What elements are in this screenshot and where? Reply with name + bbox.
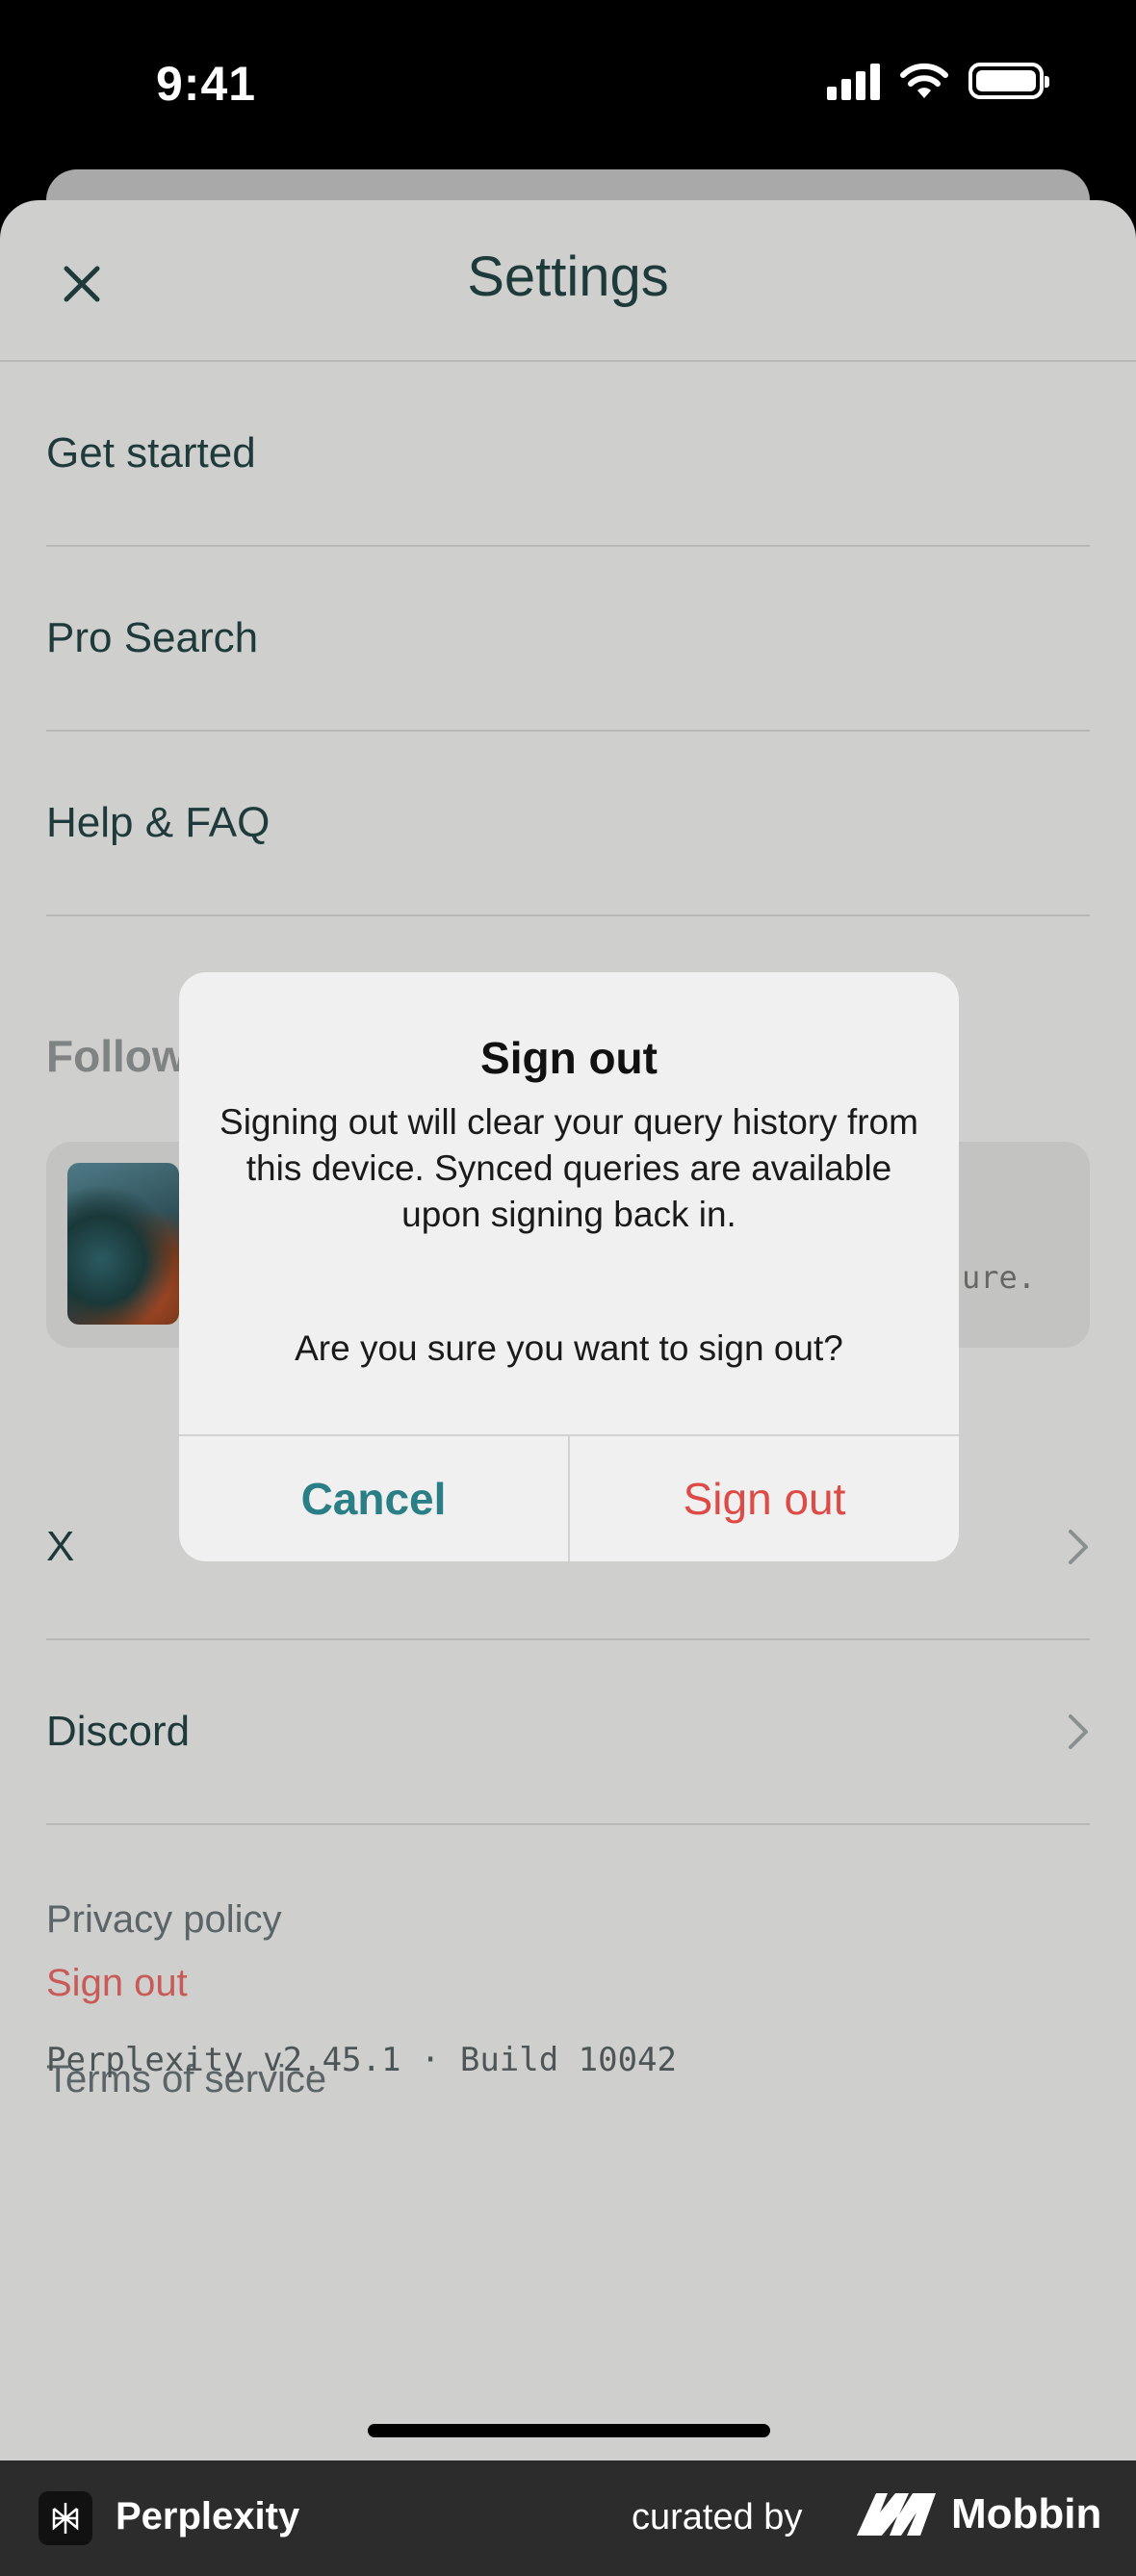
alert-message: Signing out will clear your query histor… xyxy=(219,1102,918,1234)
status-time: 9:41 xyxy=(156,57,257,111)
menu-item-label: Get started xyxy=(46,429,256,477)
version-label: Perplexity v2.45.1 · Build 10042 xyxy=(46,2041,678,2079)
page-title: Settings xyxy=(467,245,669,308)
cellular-signal-icon xyxy=(827,62,880,100)
alert-title: Sign out xyxy=(480,1033,658,1083)
sheet-header: Settings xyxy=(0,200,1136,362)
menu-item-label: Pro Search xyxy=(46,614,259,661)
section-heading-follow: Follow xyxy=(46,1031,187,1081)
follow-card-snippet: ure. xyxy=(961,1259,1036,1296)
perplexity-logo-icon xyxy=(39,2491,92,2545)
chevron-right-icon xyxy=(1069,1714,1088,1749)
social-item-label: X xyxy=(46,1523,75,1570)
status-icons xyxy=(827,62,1049,100)
watermark-curated-by: curated by xyxy=(632,2497,803,2537)
menu-item-get-started[interactable]: Get started xyxy=(46,362,1090,547)
chevron-right-icon xyxy=(1069,1530,1088,1564)
privacy-policy-link[interactable]: Privacy policy xyxy=(46,1898,282,1942)
sign-out-alert: Sign out Signing out will clear your que… xyxy=(179,972,959,1561)
confirm-sign-out-button[interactable]: Sign out xyxy=(570,1436,959,1561)
watermark-app-name: Perplexity xyxy=(116,2495,300,2537)
mobbin-brand: Mobbin xyxy=(853,2489,1101,2539)
menu-item-help-faq[interactable]: Help & FAQ xyxy=(46,732,1090,916)
status-bar: 9:41 xyxy=(0,0,1136,173)
menu-item-pro-search[interactable]: Pro Search xyxy=(46,547,1090,732)
social-item-discord[interactable]: Discord xyxy=(46,1640,1090,1825)
watermark-bar: Perplexity curated by Mobbin xyxy=(0,2460,1136,2576)
home-indicator xyxy=(368,2424,770,2437)
mobbin-logo-icon xyxy=(857,2493,936,2536)
cancel-button[interactable]: Cancel xyxy=(179,1436,570,1561)
sign-out-link[interactable]: Sign out xyxy=(46,1962,188,2005)
battery-icon xyxy=(968,63,1049,99)
social-item-label: Discord xyxy=(46,1708,191,1755)
wifi-icon xyxy=(900,63,948,98)
watermark-brand: Mobbin xyxy=(951,2490,1102,2537)
follow-card-thumbnail xyxy=(67,1163,179,1325)
alert-question: Are you sure you want to sign out? xyxy=(295,1328,843,1368)
alert-actions: Cancel Sign out xyxy=(179,1434,959,1561)
menu-item-label: Help & FAQ xyxy=(46,799,271,846)
